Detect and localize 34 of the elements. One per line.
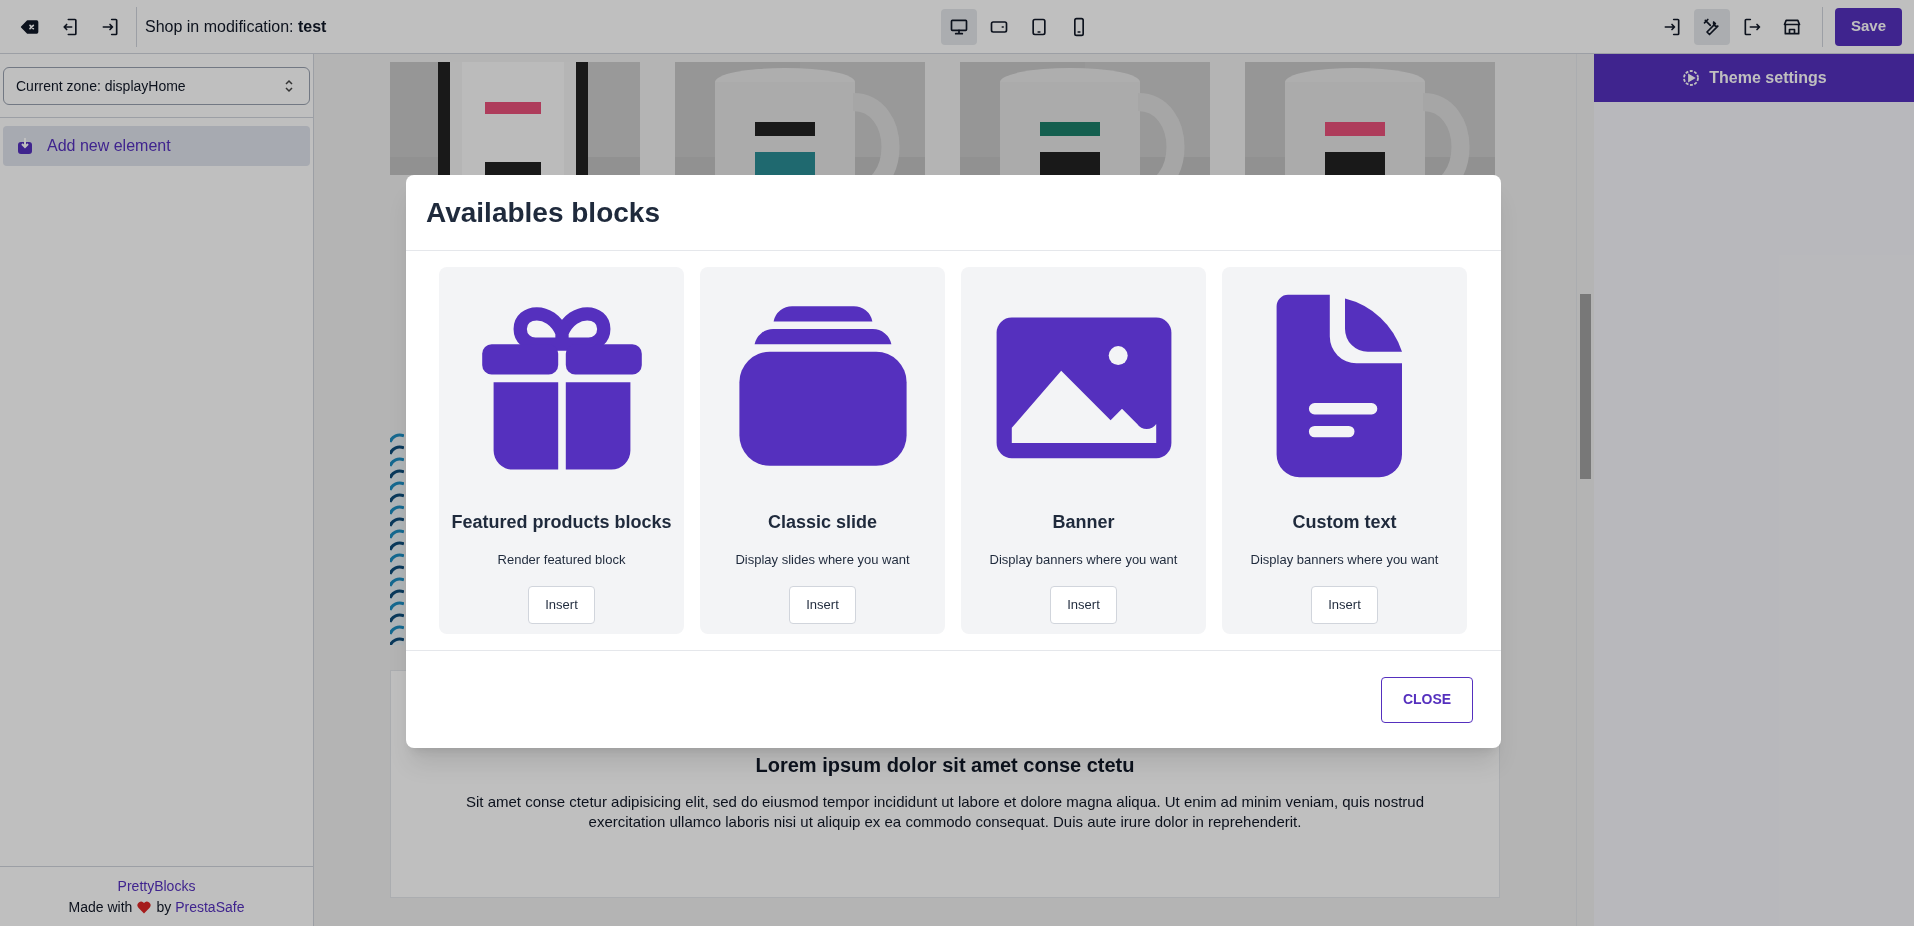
- tools-icon: [1701, 16, 1722, 37]
- block-title: Featured products blocks: [451, 511, 672, 534]
- download-box-icon: [15, 136, 35, 156]
- theme-settings-title: Theme settings: [1709, 68, 1827, 88]
- by-text: by: [156, 897, 172, 917]
- shop-label: Shop in modification: test: [145, 16, 327, 37]
- insert-button[interactable]: Insert: [789, 585, 856, 624]
- block-title: Banner: [1052, 511, 1115, 534]
- add-element-button[interactable]: Add new element: [3, 126, 310, 166]
- insert-button[interactable]: Insert: [1311, 585, 1378, 624]
- scrollbar[interactable]: [1576, 54, 1594, 926]
- block-description: Render featured block: [497, 551, 626, 569]
- block-description: Display slides where you want: [735, 551, 910, 569]
- insert-button[interactable]: Insert: [1050, 585, 1117, 624]
- door-arrow-icon: [60, 16, 80, 37]
- zone-select[interactable]: Current zone: displayHome: [3, 67, 310, 105]
- author-link[interactable]: PrestaSafe: [175, 896, 245, 918]
- dialog-title: Availables blocks: [426, 195, 660, 230]
- insert-button[interactable]: Insert: [528, 585, 595, 624]
- brand-link[interactable]: PrettyBlocks: [117, 875, 196, 897]
- door-arrow-icon: [100, 16, 120, 37]
- save-button[interactable]: Save: [1834, 7, 1902, 46]
- section-title: Lorem ipsum dolor sit amet conse ctetu: [755, 753, 1135, 778]
- section-text: Sit amet conse ctetur adipisicing elit, sed do eiusmod tempor incididunt ut labore et dolore magna aliqua. Ut enim ad minim veniam, quis nostrud exercitation ullamco laboris nisi ut aliquip ex ea commodo consequat. Duis aute irure dolor in reprehenderit.: [465, 792, 1425, 832]
- block-title: Custom text: [1292, 511, 1397, 534]
- theme-settings-header[interactable]: Theme settings: [1594, 54, 1914, 102]
- made-with-text: Made with: [68, 897, 133, 917]
- heart-icon: [136, 899, 153, 915]
- toolbar-button[interactable]: [1693, 8, 1730, 45]
- device-button[interactable]: [941, 8, 978, 45]
- close-button[interactable]: CLOSE: [1381, 676, 1473, 723]
- block-description: Display banners where you want: [989, 551, 1178, 569]
- block-description: Display banners where you want: [1250, 551, 1439, 569]
- block-title: Classic slide: [767, 511, 878, 534]
